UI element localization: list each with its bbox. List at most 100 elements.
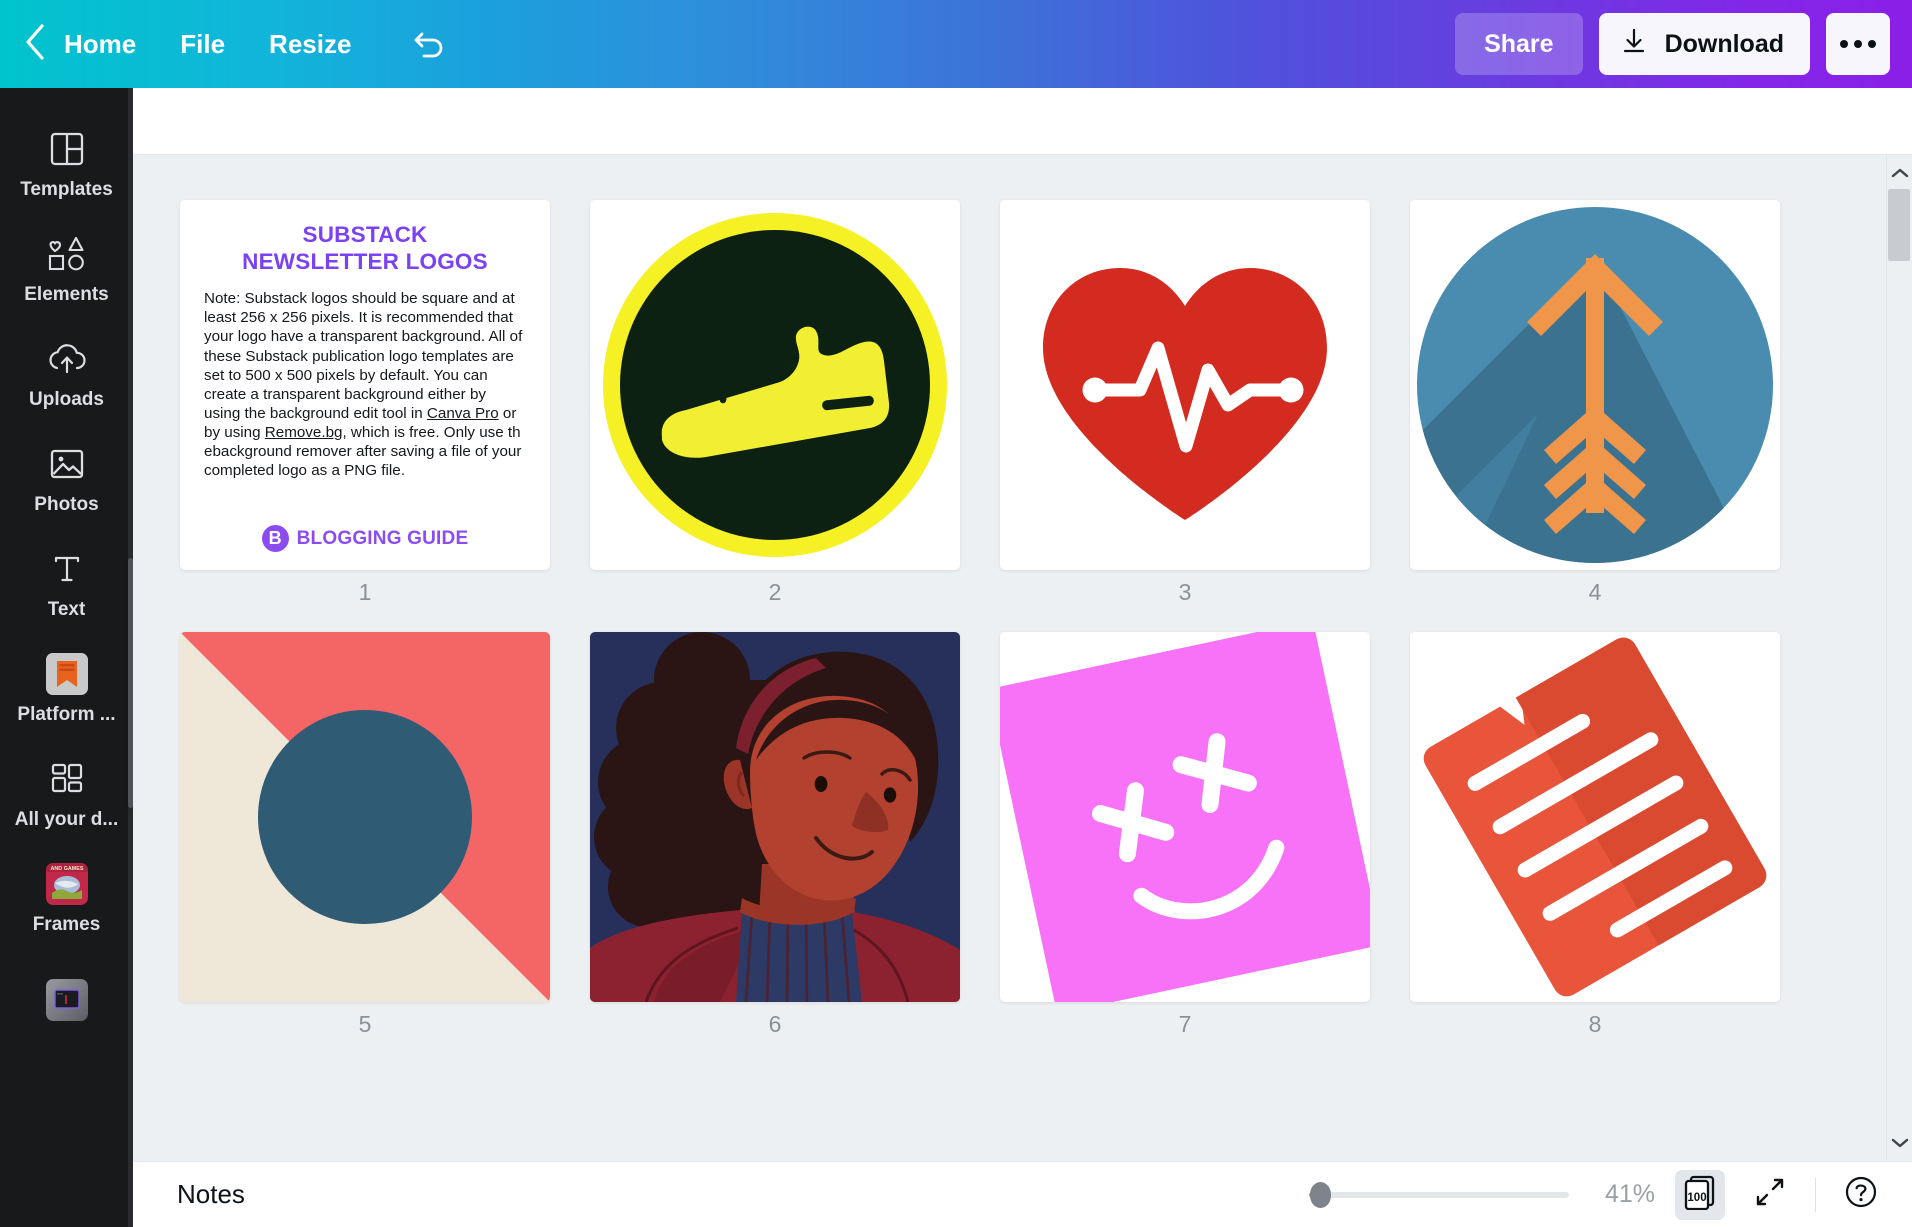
sidebar-label-elements: Elements <box>24 284 109 305</box>
sidebar-scrollbar[interactable] <box>128 88 133 1227</box>
page-thumbnail-grid: SUBSTACK NEWSLETTER LOGOS Note: Substack… <box>180 200 1840 1038</box>
svg-text:100: 100 <box>1687 1192 1706 1204</box>
document-lines-graphic <box>1410 632 1780 1002</box>
share-button[interactable]: Share <box>1455 13 1583 75</box>
pages-canvas: SUBSTACK NEWSLETTER LOGOS Note: Substack… <box>133 155 1912 1161</box>
sidebar-label-all-your-designs: All your d... <box>14 809 119 830</box>
templates-icon <box>47 128 87 170</box>
arrow-circle-graphic <box>1410 200 1780 570</box>
canvas-scrollbar-track[interactable] <box>1888 185 1910 1125</box>
scroll-up-arrow-icon[interactable] <box>1887 161 1912 185</box>
page-number-3: 3 <box>1178 579 1192 605</box>
back-chevron-button[interactable] <box>0 0 46 88</box>
resize-menu-item[interactable]: Resize <box>247 17 373 71</box>
smiley-square-graphic <box>1000 632 1370 1002</box>
zoom-slider[interactable] <box>1309 1181 1569 1208</box>
scroll-down-arrow-icon[interactable] <box>1887 1131 1912 1155</box>
left-sidebar: Templates Elements Uploads Photos Text P… <box>0 88 133 1227</box>
home-menu-item[interactable]: Home <box>50 17 158 71</box>
header-left-group: Home File Resize <box>0 0 461 88</box>
page1-title: SUBSTACK NEWSLETTER LOGOS <box>204 222 526 275</box>
notes-label: Notes <box>177 1179 245 1209</box>
sidebar-item-uploads[interactable]: Uploads <box>0 322 133 427</box>
page-count-button[interactable]: 100 <box>1675 1169 1725 1220</box>
removebg-link[interactable]: Remove.bg <box>265 424 343 441</box>
home-label: Home <box>64 28 137 59</box>
zoom-slider-knob[interactable] <box>1310 1181 1331 1208</box>
fullscreen-button[interactable] <box>1745 1170 1795 1220</box>
zoom-slider-track[interactable] <box>1310 1181 1569 1208</box>
text-icon <box>47 548 87 590</box>
download-button[interactable]: Download <box>1598 13 1810 75</box>
page-cell-5: 5 <box>180 632 550 1038</box>
bottom-status-bar: Notes 41% 100 <box>133 1161 1912 1227</box>
top-header-bar: Home File Resize Share Download <box>0 0 1912 88</box>
canvas-scrollbar-thumb[interactable] <box>1888 189 1910 261</box>
page-thumbnail-5[interactable] <box>180 632 550 1002</box>
sidebar-label-platform: Platform ... <box>17 704 116 725</box>
video-thumbnail-icon <box>45 979 88 1021</box>
svg-text:AND GAMES: AND GAMES <box>50 866 83 872</box>
sidebar-item-frames[interactable]: AND GAMES Frames <box>0 847 133 952</box>
page-number-1: 1 <box>358 579 372 605</box>
page-number-6: 6 <box>768 1011 782 1037</box>
page-cell-1: SUBSTACK NEWSLETTER LOGOS Note: Substack… <box>180 200 550 606</box>
page-count-icon: 100 <box>1683 1174 1717 1215</box>
sidebar-label-text: Text <box>47 599 86 620</box>
page-number-5: 5 <box>358 1011 372 1037</box>
page-thumbnail-6[interactable] <box>590 632 960 1002</box>
photos-icon <box>47 443 87 485</box>
undo-icon <box>411 23 449 66</box>
canva-pro-link[interactable]: Canva Pro <box>427 405 499 422</box>
file-label: File <box>180 28 226 59</box>
sidebar-scrollbar-thumb[interactable] <box>128 558 133 808</box>
canvas-scrollbar[interactable] <box>1886 155 1912 1161</box>
sidebar-label-templates: Templates <box>20 179 113 200</box>
bottom-bar-right-group: 41% 100 <box>1309 1169 1886 1220</box>
sidebar-item-templates[interactable]: Templates <box>0 112 133 217</box>
page-thumbnail-4[interactable] <box>1410 200 1780 570</box>
sidebar-item-all-your-designs[interactable]: All your d... <box>0 742 133 847</box>
elements-icon <box>46 233 88 275</box>
page-number-7: 7 <box>1178 1011 1192 1037</box>
grid-icon <box>47 758 87 800</box>
header-right-group: Share Download <box>1455 13 1912 75</box>
zoom-percentage: 41% <box>1604 1180 1655 1208</box>
page-cell-7: 7 <box>1000 632 1370 1038</box>
portrait-illustration-graphic <box>590 632 960 1002</box>
sidebar-item-text[interactable]: Text <box>0 532 133 637</box>
sidebar-item-elements[interactable]: Elements <box>0 217 133 322</box>
page1-body: Note: Substack logos should be square an… <box>204 289 526 480</box>
page-thumbnail-1[interactable]: SUBSTACK NEWSLETTER LOGOS Note: Substack… <box>180 200 550 570</box>
page-thumbnail-3[interactable] <box>1000 200 1370 570</box>
download-icon <box>1619 26 1649 63</box>
uploads-icon <box>46 338 88 380</box>
page-cell-2: 2 <box>590 200 960 606</box>
page-thumbnail-8[interactable] <box>1410 632 1780 1002</box>
more-options-button[interactable] <box>1826 13 1890 75</box>
sidebar-item-platform[interactable]: Platform ... <box>0 637 133 742</box>
main-editor-area: SUBSTACK NEWSLETTER LOGOS Note: Substack… <box>133 88 1912 1227</box>
sidebar-item-photos[interactable]: Photos <box>0 427 133 532</box>
page-thumbnail-7[interactable] <box>1000 632 1370 1002</box>
page-cell-4: 4 <box>1410 200 1780 606</box>
sneaker-badge-graphic <box>590 200 960 570</box>
help-circle-icon <box>1844 1175 1878 1214</box>
diagonal-circle-graphic <box>180 632 550 1002</box>
blogging-guide-logo: B BLOGGING GUIDE <box>204 525 526 556</box>
share-label: Share <box>1484 29 1554 58</box>
page-number-4: 4 <box>1588 579 1602 605</box>
page-thumbnail-2[interactable] <box>590 200 960 570</box>
chevron-left-icon <box>22 22 48 67</box>
notes-button[interactable]: Notes <box>167 1173 255 1216</box>
bottom-bar-divider <box>1815 1177 1816 1212</box>
page1-title-line1: SUBSTACK <box>302 222 428 247</box>
sidebar-item-videos[interactable] <box>0 952 133 1057</box>
resize-label: Resize <box>269 28 352 59</box>
file-menu-item[interactable]: File <box>158 17 247 71</box>
page1-body-part1: Note: Substack logos should be square an… <box>204 290 523 422</box>
help-button[interactable] <box>1836 1170 1886 1220</box>
context-toolbar-strip <box>133 88 1912 155</box>
sidebar-label-photos: Photos <box>34 494 99 515</box>
undo-button[interactable] <box>399 15 461 73</box>
